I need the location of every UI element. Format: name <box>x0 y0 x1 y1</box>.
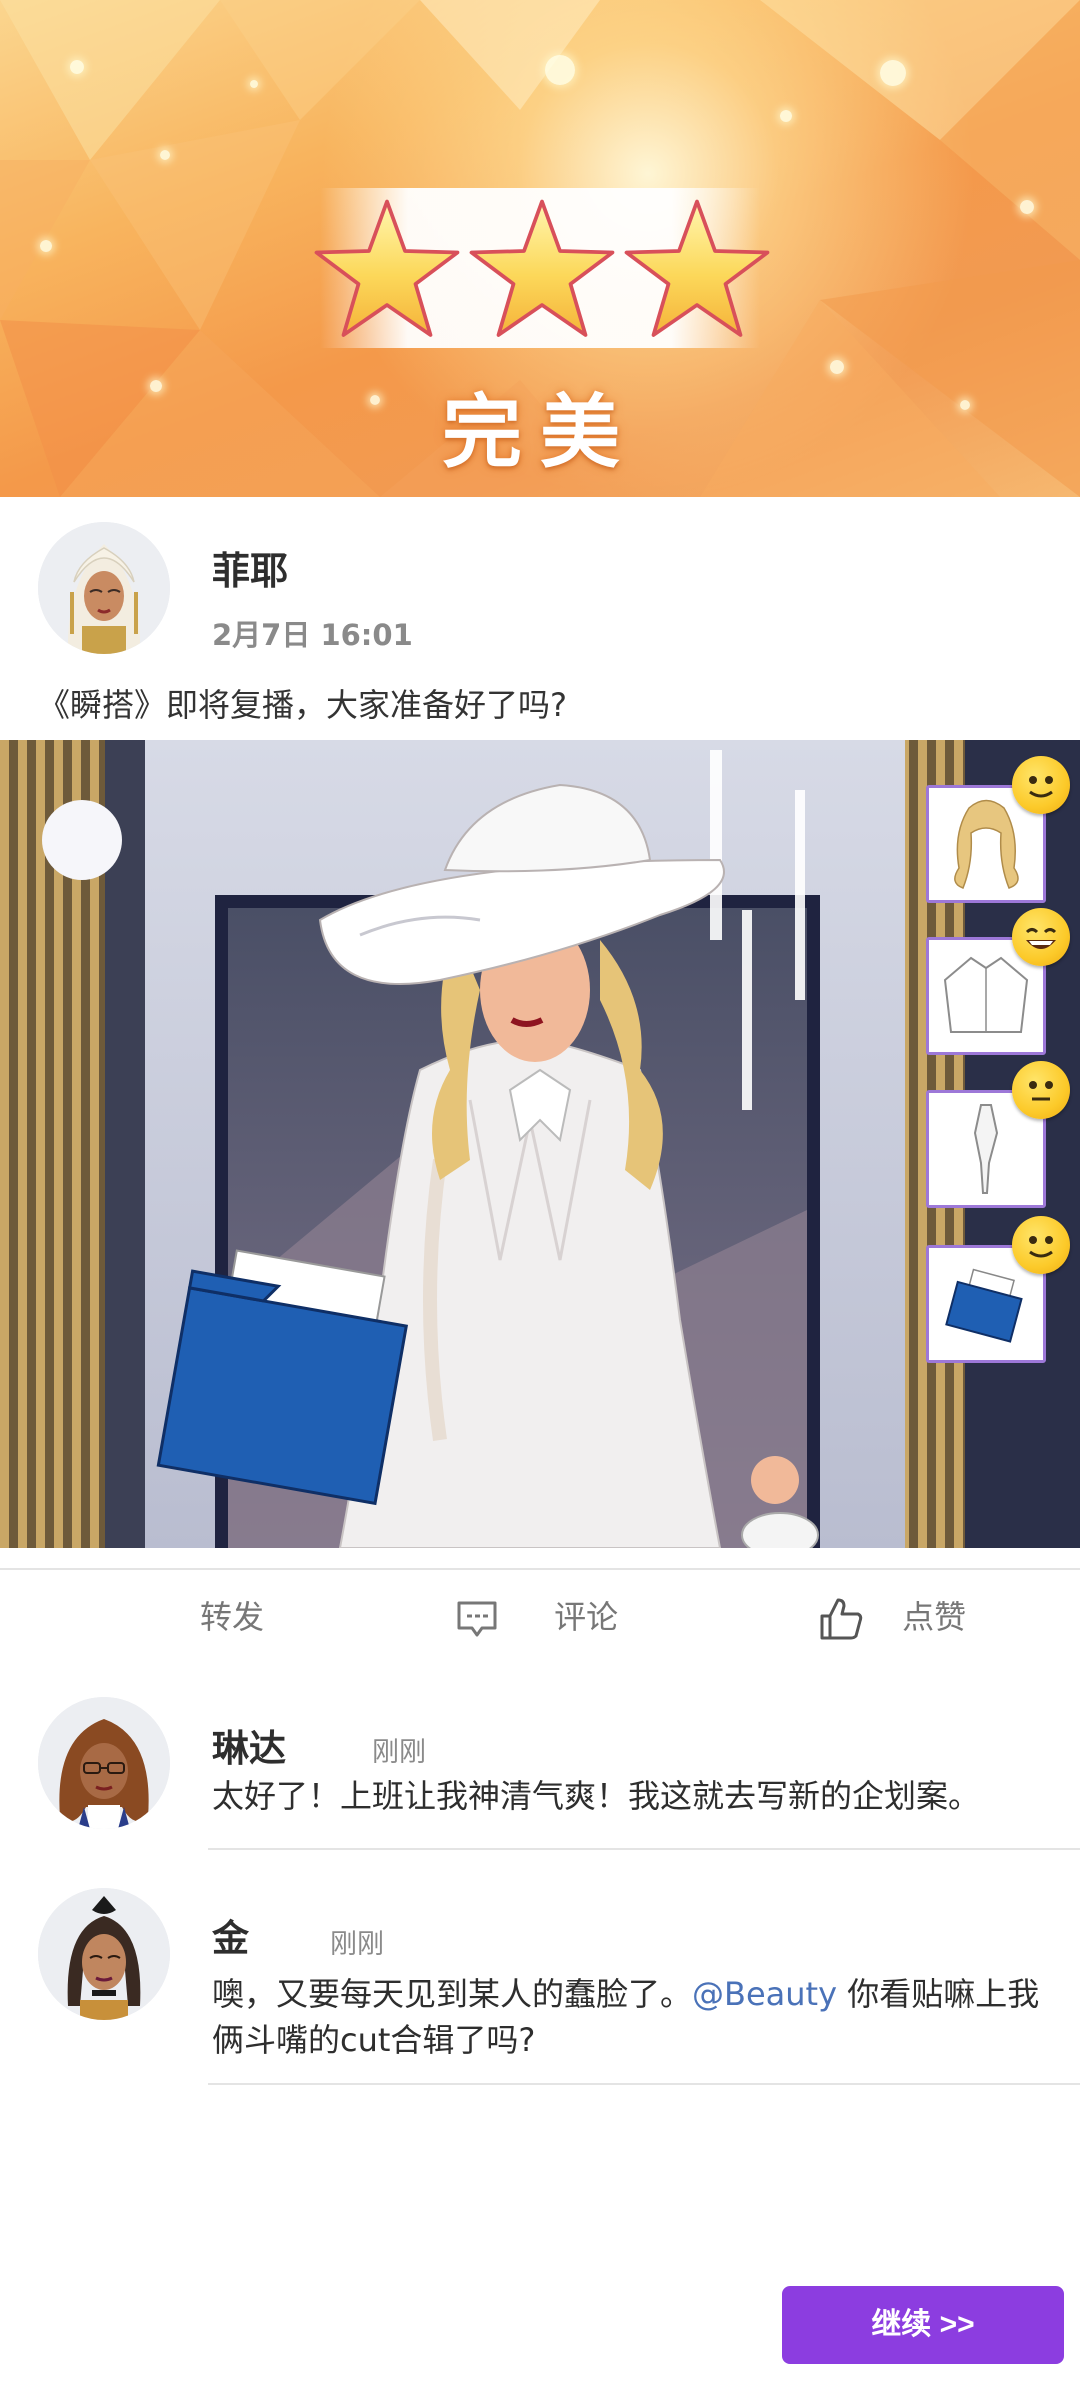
divider <box>0 1568 1080 1570</box>
continue-button[interactable]: 继续 >> <box>782 2286 1064 2364</box>
rating-text: 完美 <box>442 385 638 479</box>
sparkle <box>780 110 792 122</box>
comment-text: 太好了！上班让我神清气爽！我这就去写新的企划案。 <box>212 1777 981 1815</box>
commenter-avatar[interactable] <box>38 1888 170 2020</box>
comment-text-part: 你看贴嘛上我 <box>837 1975 1040 2013</box>
sparkle <box>880 60 906 86</box>
author-avatar-portrait <box>38 522 170 654</box>
mention-link[interactable]: @Beauty <box>692 1975 837 2013</box>
post-timestamp: 2月7日 16:01 <box>212 618 413 652</box>
author-name[interactable]: 菲耶 <box>212 540 288 595</box>
commenter-name[interactable]: 金 <box>212 1908 249 1962</box>
satisfied-emoji-icon <box>1012 756 1070 814</box>
outfit-illustration <box>0 740 1080 1548</box>
star-icon <box>314 199 460 337</box>
comment-text-part: 俩斗嘴的cut合辑了吗? <box>212 2021 536 2059</box>
comment-icon <box>457 1601 497 1637</box>
sparkle <box>160 150 170 160</box>
post-image[interactable] <box>0 740 1080 1548</box>
comment-timestamp: 刚刚 <box>330 1929 384 1960</box>
thumbs-up-icon <box>820 1598 863 1640</box>
sparkle <box>70 60 84 74</box>
commenter-avatar-portrait <box>38 1697 170 1829</box>
comment-timestamp: 刚刚 <box>372 1737 426 1768</box>
comment-button[interactable]: 评论 <box>456 1592 618 1638</box>
author-avatar[interactable] <box>38 522 170 654</box>
comment-text: 噢，又要每天见到某人的蠢脸了。@Beauty 你看贴嘛上我 俩斗嘴的cut合辑了… <box>212 1971 1039 2063</box>
like-label: 点赞 <box>902 1598 967 1636</box>
post-text: 《瞬搭》即将复播，大家准备好了吗? <box>38 686 567 724</box>
sparkle <box>1020 200 1034 214</box>
laughing-emoji-icon <box>1012 908 1070 966</box>
like-button[interactable]: 点赞 <box>818 1592 966 1642</box>
comment-text-part: 噢，又要每天见到某人的蠢脸了。 <box>212 1975 693 2013</box>
sparkle <box>250 80 258 88</box>
rating-stars <box>312 195 772 345</box>
star-icon <box>624 199 770 337</box>
comment-label: 评论 <box>554 1598 619 1636</box>
sparkle <box>40 240 52 252</box>
share-label: 转发 <box>200 1598 265 1636</box>
commenter-name[interactable]: 琳达 <box>212 1718 286 1772</box>
share-button[interactable]: 转发 <box>200 1592 264 1638</box>
commenter-avatar[interactable] <box>38 1697 170 1829</box>
divider <box>208 1848 1080 1850</box>
sparkle <box>545 55 575 85</box>
star-icon <box>469 199 615 337</box>
commenter-avatar-portrait <box>38 1888 170 2020</box>
divider <box>208 2083 1080 2085</box>
satisfied-emoji-icon <box>1012 1216 1070 1274</box>
result-banner: 完美 <box>0 0 1080 497</box>
neutral-emoji-icon <box>1012 1061 1070 1119</box>
